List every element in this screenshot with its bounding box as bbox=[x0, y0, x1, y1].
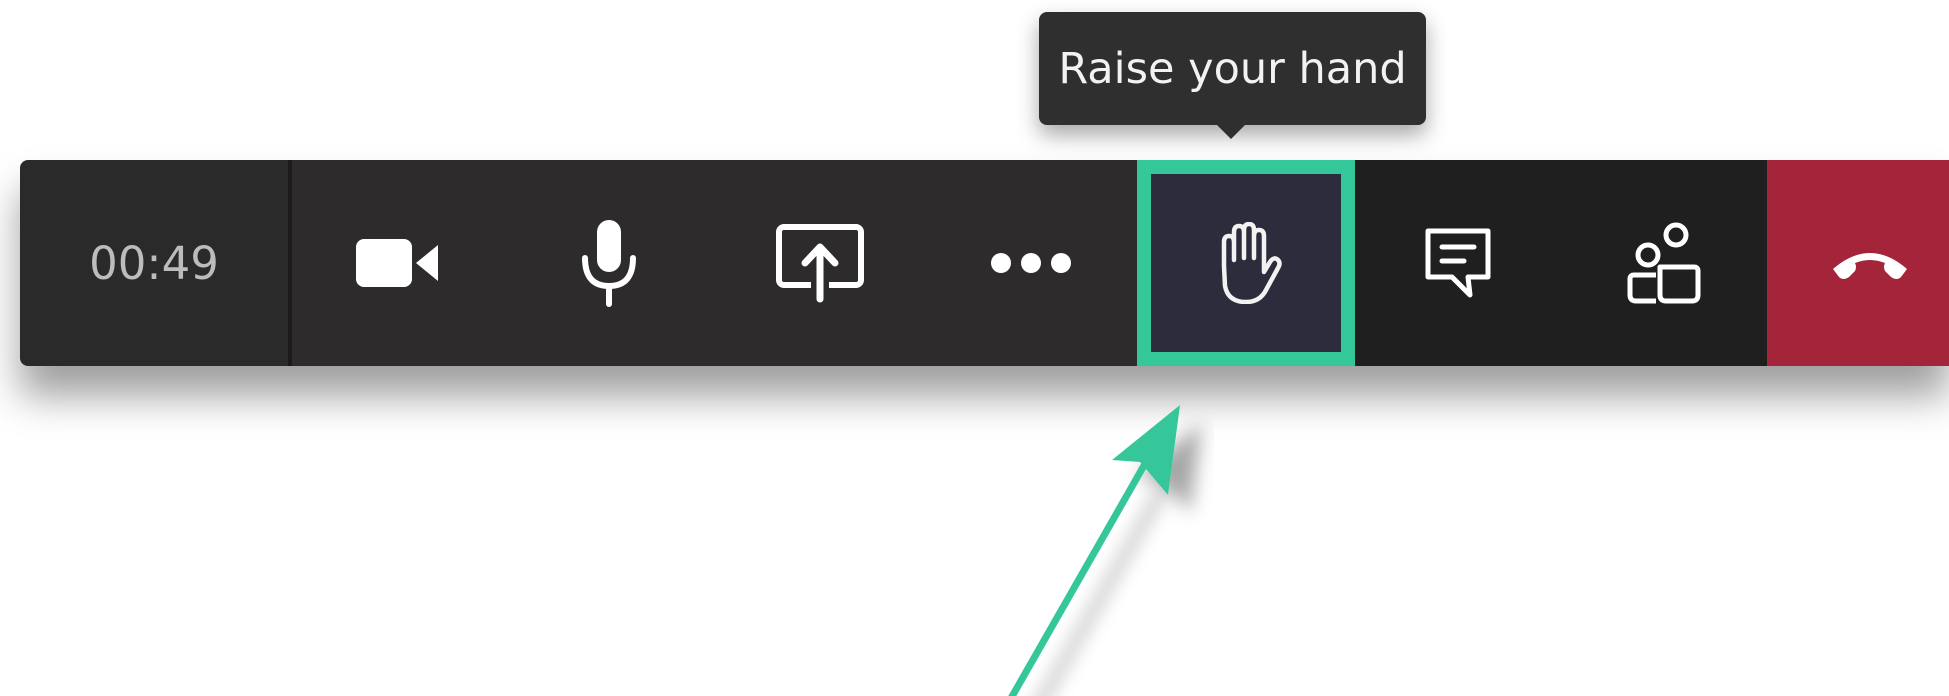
microphone-button[interactable] bbox=[503, 160, 714, 366]
call-timer-text: 00:49 bbox=[89, 236, 219, 290]
meeting-toolbar: 00:49 bbox=[20, 160, 1949, 366]
call-timer: 00:49 bbox=[20, 160, 292, 366]
media-controls bbox=[292, 160, 1137, 366]
camera-button[interactable] bbox=[292, 160, 503, 366]
share-screen-icon bbox=[775, 224, 864, 303]
participants-button[interactable] bbox=[1561, 160, 1767, 366]
microphone-icon bbox=[581, 220, 636, 307]
phone-hangup-icon bbox=[1833, 253, 1907, 279]
chat-button[interactable] bbox=[1355, 160, 1561, 366]
tooltip-pointer bbox=[1215, 123, 1247, 139]
raise-hand-button[interactable] bbox=[1137, 160, 1355, 366]
hand-icon bbox=[1221, 222, 1282, 304]
people-icon bbox=[1627, 222, 1701, 304]
arrow-icon bbox=[1008, 405, 1180, 696]
side-controls bbox=[1355, 160, 1767, 366]
raise-hand-tooltip: Raise your hand bbox=[1039, 12, 1426, 125]
tooltip-text: Raise your hand bbox=[1058, 43, 1407, 94]
chat-icon bbox=[1425, 228, 1491, 298]
share-screen-button[interactable] bbox=[714, 160, 925, 366]
more-dots-icon bbox=[990, 253, 1071, 273]
video-camera-icon bbox=[355, 239, 438, 287]
hang-up-button[interactable] bbox=[1767, 160, 1949, 366]
more-options-button[interactable] bbox=[925, 160, 1136, 366]
